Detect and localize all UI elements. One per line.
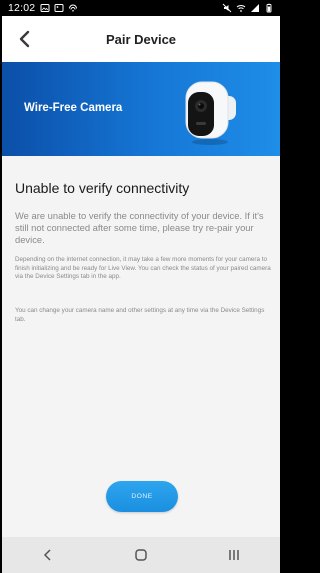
home-nav-icon bbox=[135, 549, 147, 561]
status-left-icons bbox=[40, 3, 78, 13]
nav-back-button[interactable] bbox=[33, 540, 63, 570]
wifi-icon bbox=[236, 5, 246, 12]
back-button[interactable] bbox=[14, 28, 36, 50]
chevron-left-icon bbox=[19, 30, 30, 48]
recents-nav-icon bbox=[228, 550, 239, 560]
camera-icon bbox=[185, 81, 236, 145]
image-icon bbox=[54, 4, 64, 12]
done-button[interactable]: DONE bbox=[106, 481, 178, 512]
system-nav-bar bbox=[2, 537, 280, 573]
gallery-icon bbox=[40, 4, 50, 12]
status-message: We are unable to verify the connectivity… bbox=[15, 210, 264, 245]
settings-note: You can change your camera name and othe… bbox=[15, 307, 265, 323]
device-frame: 12:02 Pair Device Wire-Free Camera Unabl… bbox=[0, 0, 282, 573]
status-detail: Depending on the internet connection, it… bbox=[15, 256, 271, 281]
status-time: 12:02 bbox=[8, 2, 36, 14]
status-right-icons bbox=[222, 3, 274, 13]
nav-recents-button[interactable] bbox=[219, 540, 249, 570]
status-heading: Unable to verify connectivity bbox=[15, 180, 190, 196]
status-bar: 12:02 bbox=[2, 0, 280, 16]
nav-home-button[interactable] bbox=[126, 540, 156, 570]
app-header: Pair Device bbox=[2, 16, 280, 62]
link-icon bbox=[69, 4, 78, 12]
mute-icon bbox=[222, 3, 232, 13]
device-banner: Wire-Free Camera bbox=[2, 62, 280, 156]
battery-icon bbox=[266, 3, 272, 13]
page-title: Pair Device bbox=[105, 31, 177, 47]
app-screen: 12:02 Pair Device Wire-Free Camera Unabl… bbox=[2, 0, 280, 573]
signal-icon bbox=[251, 4, 259, 12]
back-nav-icon bbox=[44, 549, 51, 561]
device-type-label: Wire-Free Camera bbox=[24, 102, 123, 114]
